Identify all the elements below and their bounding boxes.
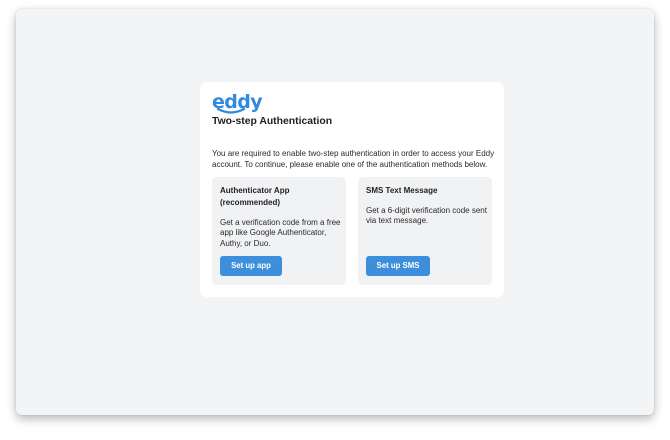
option-title: Authenticator App (recommended) [220,186,290,207]
authenticator-app-option: Authenticator App (recommended) Get a ve… [212,177,346,285]
set-up-app-button[interactable]: Set up app [220,256,282,276]
option-title: SMS Text Message [366,186,438,195]
sms-option: SMS Text Message Get a 6-digit verificat… [358,177,492,285]
option-description: Get a 6-digit verification code sent via… [366,206,487,226]
logo-smile-icon [216,108,246,114]
page-title: Two-step Authentication [212,116,333,127]
page-description: You are required to enable two-step auth… [212,149,495,169]
set-up-sms-button[interactable]: Set up SMS [366,256,430,276]
option-description: Get a verification code from a free app … [220,218,341,248]
two-step-auth-card: eddy Two-step Authentication You are req… [200,82,504,297]
app-window: eddy Two-step Authentication You are req… [16,9,654,415]
